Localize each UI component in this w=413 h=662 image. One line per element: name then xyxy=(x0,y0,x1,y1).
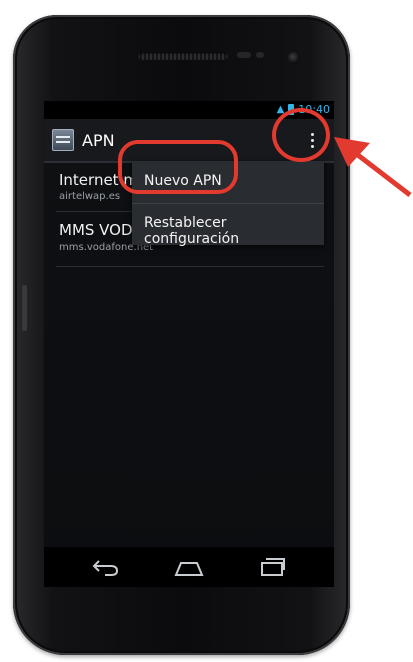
front-camera xyxy=(288,52,300,64)
volume-button xyxy=(22,285,27,331)
highlight-circle-overflow xyxy=(272,108,330,162)
proximity-sensor xyxy=(237,52,251,58)
menu-item-label: Restablecer configuración xyxy=(144,215,240,247)
light-sensor xyxy=(256,52,264,58)
list-divider xyxy=(56,266,324,267)
earpiece-speaker xyxy=(138,52,228,60)
arrow-icon xyxy=(334,137,412,197)
page-title: APN xyxy=(82,131,115,150)
apn-name: MMS VODA xyxy=(59,221,143,239)
apn-address: airtelwap.es xyxy=(59,191,121,202)
apn-settings-icon[interactable] xyxy=(52,129,74,151)
recent-apps-icon[interactable] xyxy=(258,557,286,577)
navigation-bar xyxy=(44,547,334,587)
menu-item-reset-settings[interactable]: Restablecer configuración xyxy=(132,204,324,247)
highlight-circle-new-apn xyxy=(118,140,238,194)
home-icon[interactable] xyxy=(173,557,205,577)
back-icon[interactable] xyxy=(91,557,121,577)
